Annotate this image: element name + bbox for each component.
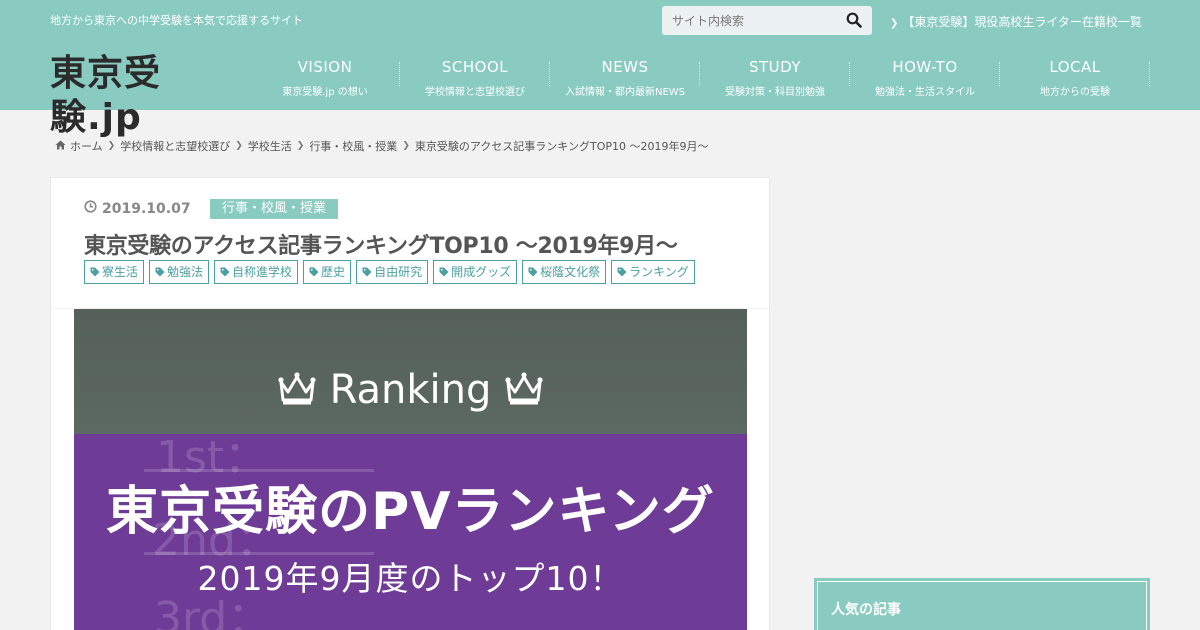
crown-icon [491,367,544,413]
tag-link[interactable]: 寮生活 [84,260,145,284]
article-card: 2019.10.07 行事・校風・授業 東京受験のアクセス記事ランキングTOP1… [50,177,770,630]
chevron-right-icon: ❯ [235,141,243,151]
tag-label: 桜蔭文化祭 [540,265,601,279]
tag-icon [220,267,230,277]
tag-link[interactable]: 歴史 [303,260,352,284]
tag-label: 寮生活 [102,265,139,279]
chevron-right-icon: ❯ [890,18,899,29]
nav-subtitle: 受験対策・科目別勉強 [725,87,825,98]
nav-item-study[interactable]: STUDY 受験対策・科目別勉強 [700,50,850,98]
post-date: 2019.10.07 [84,200,191,217]
tag-link[interactable]: 自由研究 [356,260,429,284]
tag-label: 自称進学校 [232,265,293,279]
home-icon [55,140,66,153]
tag-icon [309,267,319,277]
nav-title: SCHOOL [441,58,509,76]
tag-link[interactable]: ランキング [611,260,695,284]
breadcrumb-item[interactable]: 行事・校風・授業 [309,138,397,154]
tag-icon [439,267,449,277]
breadcrumb-current: 東京受験のアクセス記事ランキングTOP10 ～2019年9月～ [414,140,709,153]
nav-title: NEWS [601,58,649,76]
post-date-text: 2019.10.07 [102,200,191,217]
popular-posts-widget: 人気の記事 [814,578,1150,630]
tag-label: 自由研究 [374,265,423,279]
tag-icon [362,267,372,277]
category-badge[interactable]: 行事・校風・授業 [210,199,339,219]
widget-title: 人気の記事 [831,602,901,618]
nav-subtitle: 学校情報と志望校選び [425,87,525,98]
article-title: 東京受験のアクセス記事ランキングTOP10 ～2019年9月～ [84,234,678,259]
breadcrumb: ホーム ❯ 学校情報と志望校選び ❯ 学校生活 ❯ 行事・校風・授業 ❯ 東京受… [55,138,708,154]
breadcrumb-home[interactable]: ホーム [70,138,103,154]
site-logo[interactable]: 東京受験.jp [50,52,250,138]
tag-icon [90,267,100,277]
chevron-right-icon: ❯ [402,141,410,151]
nav-item-vision[interactable]: VISION 東京受験.jp の想い [250,50,400,98]
ranking-heading: Ranking [74,367,747,413]
breadcrumb-item[interactable]: 学校情報と志望校選び [120,138,230,154]
widget-frame: 人気の記事 [817,581,1147,630]
tag-icon [528,267,538,277]
nav-title: HOW-TO [892,58,958,76]
chevron-right-icon: ❯ [107,141,116,151]
eyecatch-image: Ranking 1st： 2nd： 3rd： 東京受験のPVランキング 2019… [74,309,747,630]
tag-icon [617,267,627,277]
nav-item-how-to[interactable]: HOW-TO 勉強法・生活スタイル [850,50,1000,98]
tag-label: ランキング [629,265,689,279]
ranking-heading-text: Ranking [329,367,492,413]
tag-list: 寮生活 勉強法 自称進学校 歴史 自由研究 開成グッズ 桜蔭文化祭 ランキング [84,260,700,284]
nav-item-news[interactable]: NEWS 入試情報・都内最新NEWS [550,50,700,98]
eyecatch-sub-text: 2019年9月度のトップ10！ [197,559,624,598]
search-box [662,6,872,35]
global-nav: VISION 東京受験.jp の想い SCHOOL 学校情報と志望校選び NEW… [250,50,1150,110]
tag-label: 開成グッズ [451,265,512,279]
site-logo-text: 東京受験.jp [50,53,162,138]
nav-title: STUDY [748,58,802,76]
nav-subtitle: 東京受験.jp の想い [282,87,368,98]
tag-link[interactable]: 勉強法 [149,260,210,284]
tag-label: 歴史 [321,265,346,279]
site-tagline: 地方から東京への中学受験を本気で応援するサイト [50,14,303,27]
chevron-right-icon: ❯ [296,141,305,151]
writer-school-list-link[interactable]: ❯ 【東京受験】現役高校生ライター在籍校一覧 [890,13,1142,30]
tag-icon [155,267,165,277]
tag-label: 勉強法 [167,265,204,279]
search-icon[interactable] [846,12,864,30]
nav-item-local[interactable]: LOCAL 地方からの受験 [1000,50,1150,98]
crown-icon [277,367,330,413]
eyecatch-main-text: 東京受験のPVランキング [106,482,715,542]
writer-school-list-label: 【東京受験】現役高校生ライター在籍校一覧 [902,15,1142,29]
tag-link[interactable]: 自称進学校 [214,260,299,284]
nav-subtitle: 勉強法・生活スタイル [875,87,975,98]
search-input[interactable] [662,6,840,35]
clock-icon [84,200,102,217]
tag-link[interactable]: 開成グッズ [433,260,518,284]
breadcrumb-item[interactable]: 学校生活 [248,138,292,154]
nav-subtitle: 地方からの受験 [1040,87,1110,98]
nav-title: LOCAL [1049,58,1101,76]
nav-item-school[interactable]: SCHOOL 学校情報と志望校選び [400,50,550,98]
site-header: 地方から東京への中学受験を本気で応援するサイト ❯【東京受験】現役高校生ライター… [0,0,1200,138]
tag-link[interactable]: 桜蔭文化祭 [522,260,607,284]
nav-title: VISION [297,58,353,76]
nav-subtitle: 入試情報・都内最新NEWS [564,87,686,98]
